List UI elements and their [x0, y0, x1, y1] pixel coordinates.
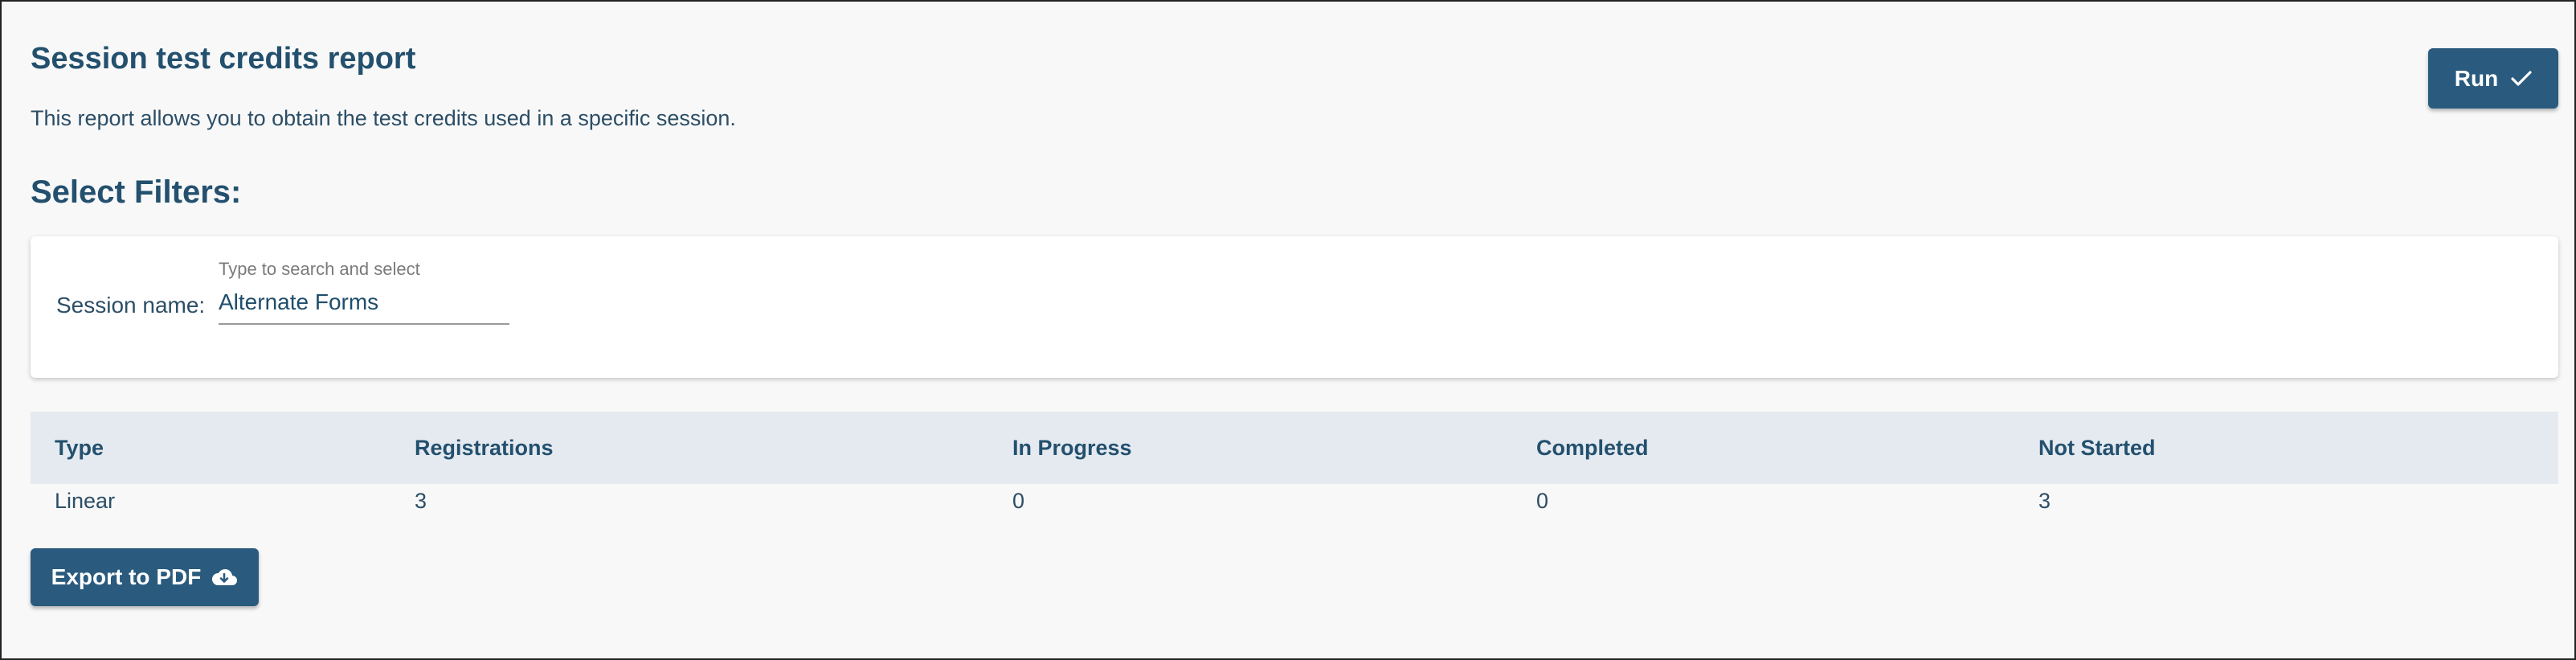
export-pdf-button[interactable]: Export to PDF — [31, 548, 259, 606]
cell-not-started: 3 — [2038, 488, 2051, 513]
cell-type: Linear — [55, 488, 116, 513]
table-header-row: Type Registrations In Progress Completed… — [31, 412, 2558, 484]
page-description: This report allows you to obtain the tes… — [31, 106, 736, 130]
run-button[interactable]: Run — [2428, 48, 2558, 109]
column-header-registrations: Registrations — [415, 435, 554, 460]
check-icon — [2511, 70, 2532, 88]
cell-registrations: 3 — [415, 488, 427, 513]
filter-card: Session name: Type to search and select — [31, 236, 2558, 378]
run-button-label: Run — [2454, 65, 2499, 91]
session-name-field: Type to search and select — [219, 259, 509, 325]
cell-in-progress: 0 — [1012, 488, 1025, 513]
session-name-label: Session name: — [56, 293, 206, 318]
export-pdf-label: Export to PDF — [51, 564, 202, 589]
cell-completed: 0 — [1536, 488, 1549, 513]
results-table: Type Registrations In Progress Completed… — [31, 412, 2558, 518]
cloud-download-icon — [211, 568, 238, 587]
filters-heading: Select Filters: — [31, 174, 242, 210]
report-page: Session test credits report This report … — [0, 0, 2576, 660]
session-name-hint: Type to search and select — [219, 259, 420, 279]
table-row: Linear 3 0 0 3 — [31, 484, 2558, 518]
session-name-input[interactable] — [219, 281, 509, 325]
column-header-completed: Completed — [1536, 435, 1649, 460]
page-title: Session test credits report — [31, 42, 416, 76]
column-header-not-started: Not Started — [2038, 435, 2156, 460]
column-header-type: Type — [55, 435, 104, 460]
column-header-in-progress: In Progress — [1012, 435, 1132, 460]
